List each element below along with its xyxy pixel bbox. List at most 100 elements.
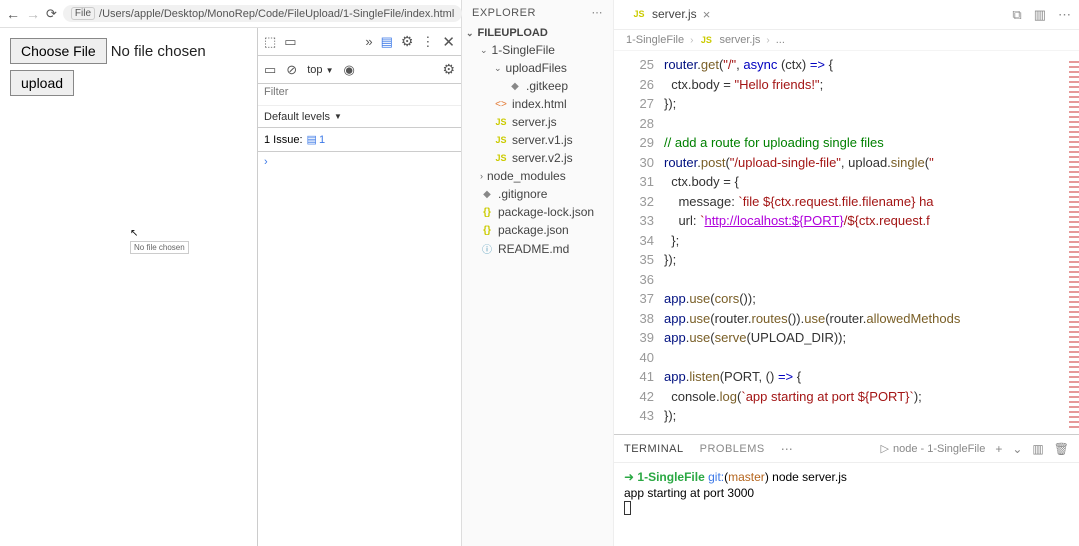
chevron-right-icon: › [690,35,693,46]
js-file-icon: JS [632,9,646,19]
console-toolbar: ▭ ⊘ top ▼ ◉ ⚙ [258,56,461,84]
context-dropdown[interactable]: top ▼ [307,64,333,76]
chevron-icon: › [480,171,483,181]
tree-item--gitkeep[interactable]: ◆ .gitkeep [466,77,609,95]
tree-item-label: package-lock.json [498,205,594,219]
terminal-output: app starting at port 3000 [624,485,1069,501]
split-terminal-icon[interactable]: ▥ [1032,442,1043,456]
breadcrumb[interactable]: 1-SingleFile › JS server.js › ... [614,30,1079,51]
js-file-icon: JS [699,35,713,45]
live-expr-icon[interactable]: ◉ [343,62,354,78]
chevron-right-icon: › [766,35,769,46]
tree-item-server-v1-js[interactable]: JSserver.v1.js [466,131,609,149]
kebab-icon[interactable]: ⋮ [421,34,434,50]
tree-item-server-js[interactable]: JS server.js [466,113,609,131]
tree-item-label: package.json [498,223,569,237]
tree-item-package-lock-json[interactable]: {} package-lock.json [466,203,609,221]
overview-ruler [1069,58,1079,428]
tooltip-text: No file chosen [130,241,189,254]
compare-icon[interactable]: ⧉ [1012,7,1021,23]
close-devtools-icon[interactable]: ✕ [442,33,455,51]
tab-close-icon[interactable]: × [703,7,711,22]
code-content[interactable]: router.get("/", async (ctx) => { ctx.bod… [664,51,1079,434]
new-terminal-icon[interactable]: + [995,442,1002,456]
play-icon[interactable]: ▭ [264,62,276,78]
terminal-body[interactable]: ➜ 1-SingleFile git:(master) node server.… [614,463,1079,546]
browser-toolbar: ← → ⟳ File /Users/apple/Desktop/MonoRep/… [0,0,461,28]
filter-input[interactable] [258,84,461,100]
device-icon[interactable]: ▭ [284,34,296,50]
url-scheme-badge: File [71,7,95,20]
split-icon[interactable]: ▥ [1034,7,1046,23]
browser-body: Choose File No file chosen upload ↖ No f… [0,28,461,546]
code-editor[interactable]: 25262728293031323334353637383940414243 r… [614,51,1079,434]
choose-file-button[interactable]: Choose File [10,38,107,64]
issue-badge: ▤ 1 [307,133,326,146]
no-file-label: No file chosen [111,43,206,60]
tree-item-package-json[interactable]: {} package.json [466,221,609,239]
terminal-session[interactable]: ▷ node - 1-SingleFile [881,442,986,455]
tree-item-node_modules[interactable]: › node_modules [466,167,609,185]
tree-item-label: uploadFiles [506,61,567,75]
tree-item-README-md[interactable]: ⓘREADME.md [466,239,609,258]
tree-item-server-v2-js[interactable]: JSserver.v2.js [466,149,609,167]
editor-actions: ⧉ ▥ ⋯ [1012,7,1071,23]
tree-item-index-html[interactable]: <>index.html [466,95,609,113]
explorer-title: EXPLORER [472,7,536,19]
url-bar[interactable]: File /Users/apple/Desktop/MonoRep/Code/F… [63,5,462,22]
cursor-icon: ↖ [130,228,189,239]
terminal-more-icon[interactable]: ⋯ [781,442,793,456]
explorer-root[interactable]: ⌄ FILEUPLOAD [462,25,613,41]
nav-back-icon[interactable]: ← [6,6,20,22]
more-icon[interactable]: ⋯ [1058,7,1071,23]
json-file-icon: {} [480,207,494,218]
js-file-icon: JS [494,117,508,127]
url-text: /Users/apple/Desktop/MonoRep/Code/FileUp… [99,8,454,20]
tree-item-label: .gitkeep [526,79,568,93]
json-file-icon: {} [480,225,494,236]
terminal-tabs: TERMINAL PROBLEMS ⋯ ▷ node - 1-SingleFil… [614,435,1079,463]
more-tabs-icon[interactable]: » [365,34,372,49]
reload-icon[interactable]: ⟳ [46,6,57,22]
chevron-icon: ⌄ [480,45,488,56]
root-name: FILEUPLOAD [478,27,548,39]
js-file-icon: JS [494,153,508,163]
file-tree: ⌄ 1-SingleFile ⌄ uploadFiles ◆ .gitkeep <>inde… [462,41,613,258]
tree-item-1-SingleFile[interactable]: ⌄ 1-SingleFile [466,41,609,59]
issues-row[interactable]: 1 Issue: ▤ 1 [258,128,461,152]
nav-forward-icon[interactable]: → [26,6,40,22]
console-settings-icon[interactable]: ⚙ [442,61,455,78]
problems-tab[interactable]: PROBLEMS [700,443,765,455]
chevron-down-icon: ⌄ [466,28,474,39]
tree-item--gitignore[interactable]: ◆.gitignore [466,185,609,203]
message-icon[interactable]: ▤ [381,34,393,50]
tree-item-label: node_modules [487,169,566,183]
levels-dropdown[interactable]: Default levels▼ [258,106,461,128]
terminal-tab[interactable]: TERMINAL [624,443,684,455]
md-file-icon: ⓘ [480,241,494,256]
tab-server-js[interactable]: JS server.js × [622,3,720,27]
kill-terminal-icon[interactable]: 🗑 [1054,442,1069,456]
inspect-icon[interactable]: ⬚ [264,34,276,50]
tree-item-uploadFiles[interactable]: ⌄ uploadFiles [466,59,609,77]
chevron-icon: ⌄ [494,63,502,74]
tree-item-label: 1-SingleFile [492,43,555,57]
issues-label: 1 Issue: [264,134,303,146]
clear-icon[interactable]: ⊘ [286,62,297,78]
editor-pane: JS server.js × ⧉ ▥ ⋯ 1-SingleFile › JS s… [614,0,1079,546]
explorer-header: EXPLORER ⋯ [462,0,613,25]
explorer-more-icon[interactable]: ⋯ [592,6,604,19]
tree-item-label: index.html [512,97,567,111]
cursor-tooltip: ↖ No file chosen [130,228,189,254]
upload-button[interactable]: upload [10,70,74,96]
editor-app: EXPLORER ⋯ ⌄ FILEUPLOAD ⌄ 1-SingleFile ⌄ up… [462,0,1079,546]
circle-file-icon: ◆ [508,81,522,92]
console-prompt[interactable]: › [258,152,461,172]
terminal-dropdown-icon[interactable]: ⌄ [1012,442,1022,456]
tree-item-label: server.js [512,115,557,129]
terminal-cursor [624,501,631,515]
settings-icon[interactable]: ⚙ [401,33,414,50]
file-input-row: Choose File No file chosen [10,38,247,64]
js-file-icon: JS [494,135,508,145]
line-gutter: 25262728293031323334353637383940414243 [614,51,664,434]
